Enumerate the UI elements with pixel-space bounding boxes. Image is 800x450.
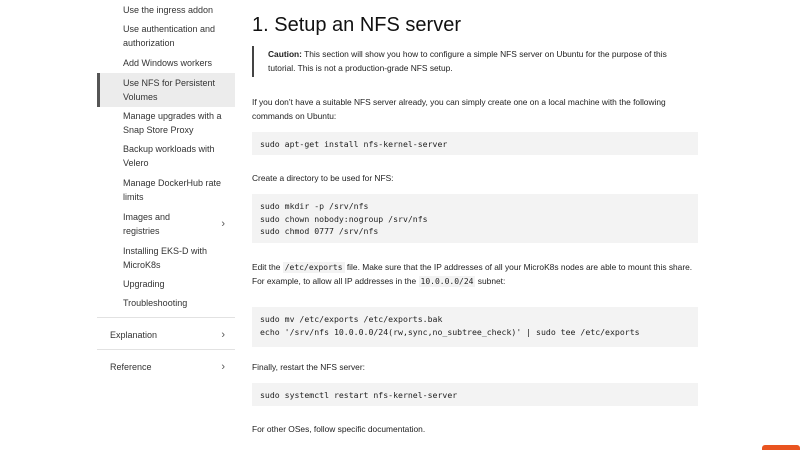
sidebar-item-label: Add Windows workers bbox=[123, 58, 213, 68]
sidebar-item-troubleshooting[interactable]: Troubleshooting bbox=[97, 296, 235, 310]
code-block-install[interactable]: sudo apt-get install nfs-kernel-server bbox=[252, 132, 698, 155]
sidebar-section-label: Explanation bbox=[110, 330, 158, 340]
sidebar-item-snap-store-proxy[interactable]: Manage upgrades with a Snap Store Proxy bbox=[97, 109, 235, 137]
sidebar-item-dockerhub[interactable]: Manage DockerHub rate limits bbox=[97, 176, 235, 204]
sidebar-item-label: Use the ingress addon bbox=[123, 5, 214, 15]
paragraph-text: Edit the bbox=[252, 262, 283, 272]
sidebar-item-label: Upgrading bbox=[123, 279, 165, 289]
sidebar-item-windows-workers[interactable]: Add Windows workers bbox=[97, 56, 235, 70]
sidebar-section-reference[interactable]: Reference › bbox=[97, 360, 235, 374]
page-title: 1. Setup an NFS server bbox=[252, 14, 461, 36]
inline-code-subnet: 10.0.0.0/24 bbox=[418, 275, 476, 287]
sidebar-item-label: Installing EKS-D with MicroK8s bbox=[123, 246, 208, 270]
chevron-right-icon: › bbox=[221, 329, 225, 341]
paragraph-restart: Finally, restart the NFS server: bbox=[252, 362, 365, 372]
sidebar-item-authentication[interactable]: Use authentication and authorization bbox=[97, 22, 235, 50]
sidebar-item-label: Troubleshooting bbox=[123, 298, 188, 308]
sidebar-item-upgrading[interactable]: Upgrading bbox=[97, 277, 235, 291]
sidebar-item-ingress-addon[interactable]: Use the ingress addon bbox=[97, 3, 235, 17]
sidebar-divider bbox=[97, 349, 235, 350]
sidebar-section-explanation[interactable]: Explanation › bbox=[97, 328, 235, 342]
sidebar-item-images-registries[interactable]: Images and registries › bbox=[97, 210, 235, 238]
paragraph-exports: Edit the /etc/exports file. Make sure th… bbox=[252, 261, 698, 288]
sidebar-divider bbox=[97, 317, 235, 318]
sidebar-item-velero[interactable]: Backup workloads with Velero bbox=[97, 142, 235, 170]
sidebar-nav: Use the ingress addon Use authentication… bbox=[0, 0, 236, 450]
inline-code-exports: /etc/exports bbox=[282, 262, 345, 273]
chevron-right-icon: › bbox=[221, 361, 225, 373]
caution-admonition: Caution: This section will show you how … bbox=[252, 46, 692, 77]
code-block-restart[interactable]: sudo systemctl restart nfs-kernel-server bbox=[252, 383, 698, 406]
paragraph-text: subnet: bbox=[475, 275, 506, 286]
sidebar-item-label: Use NFS for Persistent Volumes bbox=[123, 78, 216, 102]
sidebar-section-label: Reference bbox=[110, 362, 152, 372]
code-block-mkdir[interactable]: sudo mkdir -p /srv/nfs sudo chown nobody… bbox=[252, 194, 698, 243]
chevron-right-icon: › bbox=[221, 218, 225, 230]
feedback-tab[interactable] bbox=[762, 445, 800, 450]
sidebar-item-label: Manage upgrades with a Snap Store Proxy bbox=[123, 111, 222, 135]
sidebar-item-label: Manage DockerHub rate limits bbox=[123, 178, 222, 202]
paragraph-create-dir: Create a directory to be used for NFS: bbox=[252, 173, 394, 183]
sidebar-item-label: Use authentication and authorization bbox=[123, 24, 216, 48]
paragraph-other-os: For other OSes, follow specific document… bbox=[252, 424, 426, 434]
code-block-exports[interactable]: sudo mv /etc/exports /etc/exports.bak ec… bbox=[252, 307, 698, 347]
sidebar-item-nfs[interactable]: Use NFS for Persistent Volumes bbox=[97, 73, 235, 107]
sidebar-item-label: Images and registries bbox=[123, 212, 171, 236]
paragraph-intro: If you don’t have a suitable NFS server … bbox=[252, 97, 666, 121]
sidebar-item-eks-d[interactable]: Installing EKS-D with MicroK8s bbox=[97, 244, 235, 272]
sidebar-item-label: Backup workloads with Velero bbox=[123, 144, 215, 168]
caution-label: Caution: bbox=[268, 49, 302, 59]
caution-text: This section will show you how to config… bbox=[268, 49, 667, 73]
